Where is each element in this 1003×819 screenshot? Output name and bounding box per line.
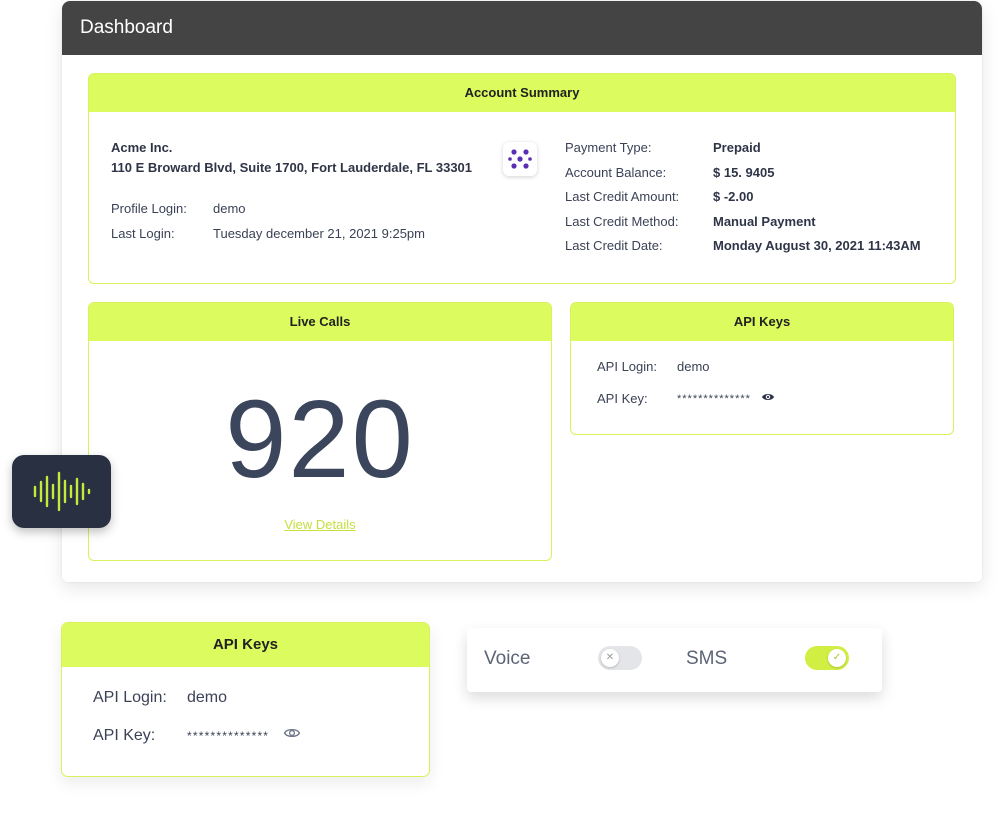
profile-login-row: Profile Login: demo: [111, 201, 472, 216]
last-login-label: Last Login:: [111, 226, 175, 241]
account-summary-card: Account Summary Acme Inc. 110 E Broward …: [88, 73, 956, 284]
view-details-link[interactable]: View Details: [89, 517, 551, 532]
dashboard-window: Dashboard Account Summary Acme Inc. 110 …: [62, 1, 982, 582]
api-login-row: API Login: demo: [93, 689, 227, 707]
profile-login-label: Profile Login:: [111, 201, 187, 216]
payment-label: Last Credit Amount:: [565, 189, 680, 204]
account-info: Acme Inc. 110 E Broward Blvd, Suite 1700…: [111, 140, 472, 241]
api-keys-floating-heading: API Keys: [62, 623, 429, 667]
x-icon: ✕: [601, 649, 619, 667]
api-key-label: API Key:: [597, 391, 648, 406]
payment-value: Manual Payment: [713, 213, 816, 229]
api-key-label: API Key:: [93, 726, 156, 744]
payment-label: Payment Type:: [565, 140, 652, 155]
payment-row: Payment Type: Prepaid: [565, 140, 921, 165]
sms-label: SMS: [686, 648, 728, 669]
live-calls-heading: Live Calls: [89, 303, 551, 341]
payment-value: $ 15. 9405: [713, 164, 775, 180]
payment-label: Last Credit Date:: [565, 238, 663, 253]
payment-label: Account Balance:: [565, 164, 667, 180]
account-summary-heading: Account Summary: [89, 74, 955, 112]
dots-logo-icon: [503, 142, 537, 176]
payment-row: Last Credit Amount: $ -2.00: [565, 189, 921, 214]
payment-info: Payment Type: Prepaid Account Balance: $…: [565, 140, 921, 263]
payment-label: Last Credit Method:: [565, 213, 679, 229]
api-key-row: API Key: **************: [597, 391, 775, 406]
payment-row: Last Credit Date: Monday August 30, 2021…: [565, 238, 921, 263]
voice-label: Voice: [484, 648, 531, 669]
window-title: Dashboard: [62, 1, 982, 55]
sms-toggle[interactable]: ✓: [805, 646, 849, 670]
channel-toggles: Voice ✕ SMS ✓: [467, 628, 882, 692]
live-calls-count: 920: [225, 378, 415, 501]
company-name: Acme Inc.: [111, 140, 173, 155]
api-login-value: demo: [187, 689, 228, 706]
api-login-row: API Login: demo: [597, 359, 710, 374]
api-key-value: **************: [187, 728, 270, 743]
payment-value: Prepaid: [713, 140, 761, 155]
last-login-value: Tuesday december 21, 2021 9:25pm: [213, 226, 425, 241]
voice-toggle[interactable]: ✕: [598, 646, 642, 670]
api-key-value: **************: [677, 392, 751, 405]
api-key-row: API Key: **************: [93, 726, 301, 745]
api-login-label: API Login:: [93, 689, 167, 706]
payment-value: Monday August 30, 2021 11:43AM: [713, 238, 921, 253]
payment-row: Last Credit Method: Manual Payment: [565, 214, 921, 239]
live-calls-card: Live Calls 920 View Details: [88, 302, 552, 561]
api-login-value: demo: [677, 359, 710, 374]
payment-value: $ -2.00: [713, 189, 754, 204]
sound-wave-icon: [12, 455, 111, 528]
last-login-row: Last Login: Tuesday december 21, 2021 9:…: [111, 226, 472, 241]
api-keys-card: API Keys API Login: demo API Key: ******…: [570, 302, 954, 435]
api-keys-floating-card: API Keys API Login: demo API Key: ******…: [61, 622, 430, 777]
api-login-label: API Login:: [597, 359, 657, 374]
company-address: 110 E Broward Blvd, Suite 1700, Fort Lau…: [111, 160, 473, 175]
eye-icon[interactable]: [283, 726, 301, 745]
api-keys-heading: API Keys: [571, 303, 953, 341]
eye-icon[interactable]: [761, 391, 775, 406]
check-icon: ✓: [828, 649, 846, 667]
payment-row: Account Balance: $ 15. 9405: [565, 165, 921, 190]
profile-login-value: demo: [213, 201, 246, 216]
